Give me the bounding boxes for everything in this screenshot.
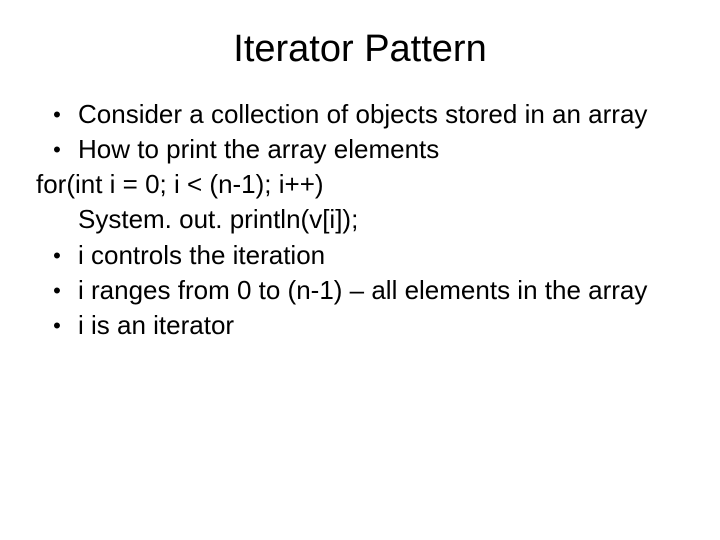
bullet-text: Consider a collection of objects stored …: [78, 97, 684, 132]
code-line: for(int i = 0; i < (n-1); i++): [36, 167, 684, 202]
bullet-marker-icon: •: [36, 273, 78, 308]
slide-body: • Consider a collection of objects store…: [36, 97, 684, 343]
bullet-text: i ranges from 0 to (n-1) – all elements …: [78, 273, 684, 308]
bullet-item: • How to print the array elements: [36, 132, 684, 167]
bullet-item: • i controls the iteration: [36, 238, 684, 273]
bullet-item: • Consider a collection of objects store…: [36, 97, 684, 132]
bullet-text: How to print the array elements: [78, 132, 684, 167]
bullet-marker-icon: •: [36, 132, 78, 167]
bullet-text: i controls the iteration: [78, 238, 684, 273]
bullet-marker-icon: •: [36, 238, 78, 273]
bullet-marker-icon: •: [36, 308, 78, 343]
slide-title: Iterator Pattern: [36, 28, 684, 71]
bullet-text: i is an iterator: [78, 308, 684, 343]
bullet-item: • i ranges from 0 to (n-1) – all element…: [36, 273, 684, 308]
bullet-marker-icon: •: [36, 97, 78, 132]
bullet-item: • i is an iterator: [36, 308, 684, 343]
code-line: System. out. println(v[i]);: [36, 202, 684, 237]
